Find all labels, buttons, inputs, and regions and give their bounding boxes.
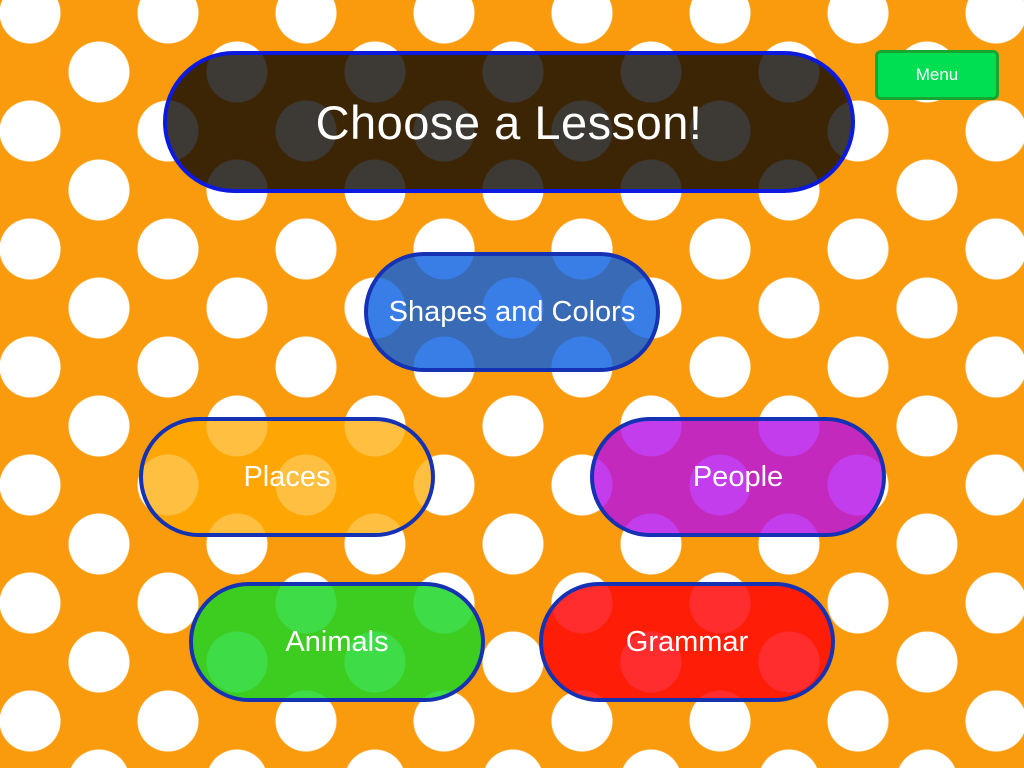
lesson-chooser-screen: { "title": "Choose a Lesson!", "menu_lab… [0,0,1024,768]
lesson-button-places[interactable]: Places [139,417,435,537]
lesson-button-shapes-and-colors[interactable]: Shapes and Colors [364,252,660,372]
lesson-button-people[interactable]: People [590,417,886,537]
lesson-label: People [692,460,784,493]
lesson-label: Places [243,460,331,493]
title-banner: Choose a Lesson! [163,51,855,193]
lesson-label: Animals [285,625,389,658]
menu-button[interactable]: Menu [875,50,999,100]
lesson-label: Grammar [625,625,749,658]
page-title: Choose a Lesson! [315,95,703,149]
lesson-button-animals[interactable]: Animals [189,582,485,702]
lesson-label: Shapes and Colors [388,295,636,328]
lesson-button-grammar[interactable]: Grammar [539,582,835,702]
